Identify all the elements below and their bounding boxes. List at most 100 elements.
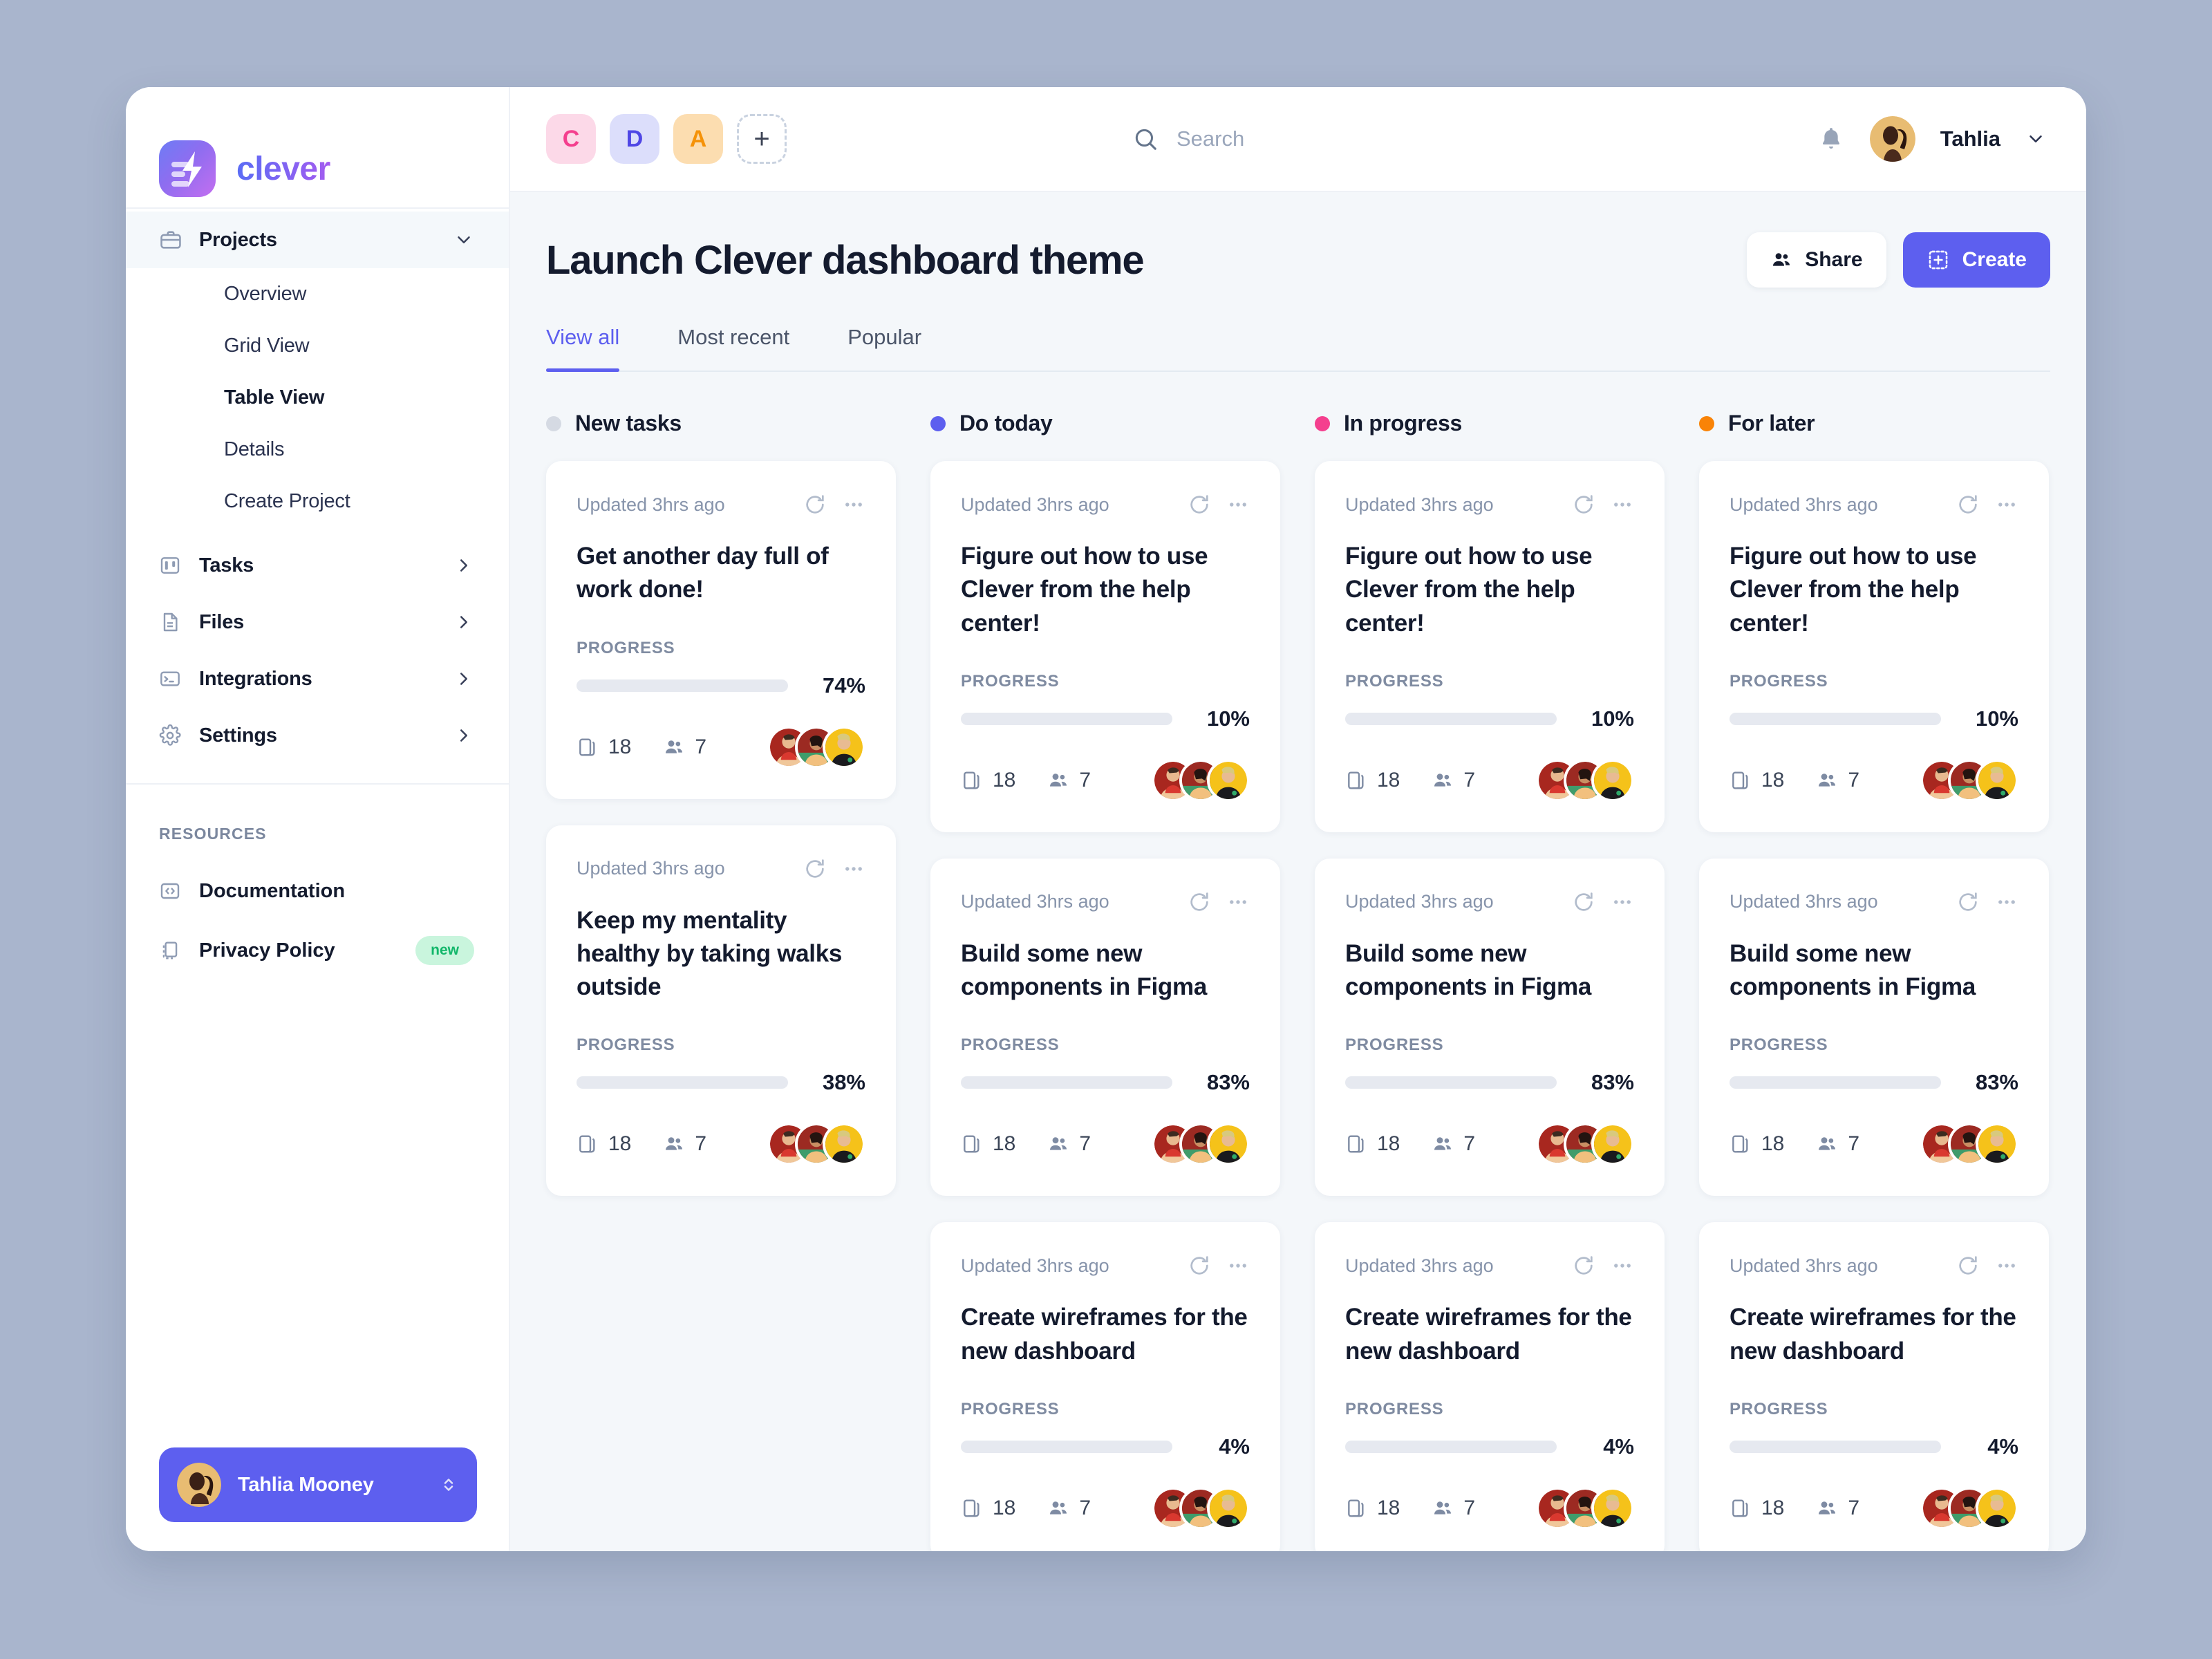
tab-view-all[interactable]: View all bbox=[546, 325, 620, 372]
sidebar-item-files[interactable]: Files bbox=[126, 594, 509, 650]
members-count-value: 7 bbox=[1848, 1132, 1860, 1156]
share-button[interactable]: Share bbox=[1747, 232, 1886, 288]
task-card[interactable]: Updated 3hrs ago Figure out how to use Cl… bbox=[1315, 461, 1665, 832]
card-updated-time: Updated 3hrs ago bbox=[577, 494, 725, 515]
progress-row: 83% bbox=[1345, 1070, 1634, 1095]
workspace-chip-d[interactable]: D bbox=[610, 114, 659, 164]
more-horizontal-icon[interactable] bbox=[1611, 493, 1634, 516]
task-card[interactable]: Updated 3hrs ago Build some new component… bbox=[1315, 858, 1665, 1197]
task-card[interactable]: Updated 3hrs ago Create wireframes for th… bbox=[1699, 1222, 2049, 1551]
sidebar-user-card[interactable]: Tahlia Mooney bbox=[159, 1447, 477, 1522]
task-card[interactable]: Updated 3hrs ago Get another day full of … bbox=[546, 461, 896, 799]
chevron-right-icon[interactable] bbox=[453, 725, 474, 746]
avatar bbox=[1976, 758, 2018, 802]
refresh-icon[interactable] bbox=[1572, 1254, 1595, 1277]
refresh-icon[interactable] bbox=[1956, 1254, 1980, 1277]
members-count-value: 7 bbox=[1079, 1497, 1091, 1520]
copy-pages-icon bbox=[1345, 1497, 1367, 1519]
create-button[interactable]: Create bbox=[1902, 232, 2050, 288]
filter-tabs: View all Most recent Popular bbox=[546, 325, 2050, 372]
sidebar-subitem-grid-view[interactable]: Grid View bbox=[126, 320, 509, 372]
column-header: In progress bbox=[1315, 411, 1699, 436]
topbar: C D A + Search Tahlia bbox=[510, 87, 2086, 192]
card-footer: 18 7 bbox=[1730, 758, 2018, 802]
more-horizontal-icon[interactable] bbox=[1995, 493, 2018, 516]
sidebar-item-label: Tasks bbox=[199, 554, 254, 577]
workspace-chip-c[interactable]: C bbox=[546, 114, 596, 164]
chevron-right-icon[interactable] bbox=[453, 668, 474, 689]
tab-most-recent[interactable]: Most recent bbox=[677, 325, 789, 371]
sidebar-item-settings[interactable]: Settings bbox=[126, 707, 509, 764]
refresh-icon[interactable] bbox=[1572, 890, 1595, 914]
refresh-icon[interactable] bbox=[1956, 493, 1980, 516]
chevron-down-icon[interactable] bbox=[453, 229, 474, 250]
card-header: Updated 3hrs ago bbox=[577, 493, 865, 516]
avatar bbox=[1591, 1123, 1634, 1166]
refresh-icon[interactable] bbox=[1188, 890, 1211, 914]
refresh-icon[interactable] bbox=[1188, 493, 1211, 516]
more-horizontal-icon[interactable] bbox=[1226, 1254, 1250, 1277]
refresh-icon[interactable] bbox=[803, 493, 827, 516]
sidebar-item-label: Documentation bbox=[199, 879, 346, 902]
sidebar-item-documentation[interactable]: Documentation bbox=[126, 861, 509, 921]
resources-header: RESOURCES bbox=[159, 825, 267, 843]
task-card[interactable]: Updated 3hrs ago Create wireframes for th… bbox=[1315, 1222, 1665, 1551]
sidebar-subitem-overview[interactable]: Overview bbox=[126, 268, 509, 320]
docs-count: 18 bbox=[1730, 769, 1784, 792]
chevron-up-down-icon[interactable] bbox=[438, 1474, 459, 1495]
workspace-chip-a[interactable]: A bbox=[673, 114, 723, 164]
sidebar-item-label: Integrations bbox=[199, 667, 312, 690]
task-card[interactable]: Updated 3hrs ago Figure out how to use Cl… bbox=[1699, 461, 2049, 832]
sidebar-item-projects[interactable]: Projects bbox=[126, 212, 509, 268]
chevron-right-icon[interactable] bbox=[453, 612, 474, 632]
more-horizontal-icon[interactable] bbox=[1611, 890, 1634, 914]
avatar bbox=[1976, 1123, 2018, 1166]
avatar bbox=[1207, 1123, 1250, 1166]
people-icon bbox=[1432, 769, 1454, 791]
brand[interactable]: clever bbox=[126, 87, 509, 207]
members-count: 7 bbox=[1432, 1132, 1475, 1156]
sidebar-item-privacy-policy[interactable]: Privacy Policy new bbox=[126, 921, 509, 980]
progress-value: 10% bbox=[1591, 706, 1634, 731]
more-horizontal-icon[interactable] bbox=[842, 493, 865, 516]
more-horizontal-icon[interactable] bbox=[1226, 890, 1250, 914]
refresh-icon[interactable] bbox=[1572, 493, 1595, 516]
tab-label: View all bbox=[546, 325, 620, 349]
more-horizontal-icon[interactable] bbox=[1611, 1254, 1634, 1277]
search-input[interactable] bbox=[1177, 126, 1536, 151]
task-card[interactable]: Updated 3hrs ago Create wireframes for th… bbox=[930, 1222, 1280, 1551]
card-title: Create wireframes for the new dashboard bbox=[1345, 1304, 1632, 1365]
progress-label: PROGRESS bbox=[961, 671, 1060, 691]
task-card[interactable]: Updated 3hrs ago Figure out how to use Cl… bbox=[930, 461, 1280, 832]
avatar[interactable] bbox=[1869, 116, 1915, 162]
sidebar-subitem-table-view[interactable]: Table View bbox=[126, 372, 509, 424]
search-bar[interactable] bbox=[1132, 126, 1817, 152]
chevron-right-icon[interactable] bbox=[453, 555, 474, 576]
card-title: Get another day full of work done! bbox=[577, 543, 829, 603]
more-horizontal-icon[interactable] bbox=[1995, 1254, 2018, 1277]
docs-count: 18 bbox=[1345, 1132, 1400, 1156]
more-horizontal-icon[interactable] bbox=[1226, 493, 1250, 516]
people-icon bbox=[1432, 1497, 1454, 1519]
card-updated-time: Updated 3hrs ago bbox=[1730, 494, 1878, 515]
more-horizontal-icon[interactable] bbox=[1995, 890, 2018, 914]
chevron-down-icon[interactable] bbox=[2025, 129, 2046, 149]
refresh-icon[interactable] bbox=[1188, 1254, 1211, 1277]
refresh-icon[interactable] bbox=[1956, 890, 1980, 914]
task-card[interactable]: Updated 3hrs ago Build some new component… bbox=[1699, 858, 2049, 1197]
members-count: 7 bbox=[1816, 1132, 1859, 1156]
bell-icon[interactable] bbox=[1817, 125, 1845, 153]
card-footer: 18 7 bbox=[577, 725, 865, 769]
task-card[interactable]: Updated 3hrs ago Build some new component… bbox=[930, 858, 1280, 1197]
more-horizontal-icon[interactable] bbox=[842, 857, 865, 881]
add-workspace-button[interactable]: + bbox=[737, 114, 787, 164]
sidebar-item-tasks[interactable]: Tasks bbox=[126, 537, 509, 594]
workspace-chip-label: C bbox=[562, 125, 580, 152]
kanban-board: New tasks Updated 3hrs ago Get another day… bbox=[546, 411, 2050, 1551]
tab-popular[interactable]: Popular bbox=[847, 325, 921, 371]
sidebar-item-integrations[interactable]: Integrations bbox=[126, 650, 509, 707]
task-card[interactable]: Updated 3hrs ago Keep my mentality health… bbox=[546, 825, 896, 1197]
refresh-icon[interactable] bbox=[803, 857, 827, 881]
sidebar-subitem-details[interactable]: Details bbox=[126, 424, 509, 476]
sidebar-subitem-create-project[interactable]: Create Project bbox=[126, 476, 509, 527]
